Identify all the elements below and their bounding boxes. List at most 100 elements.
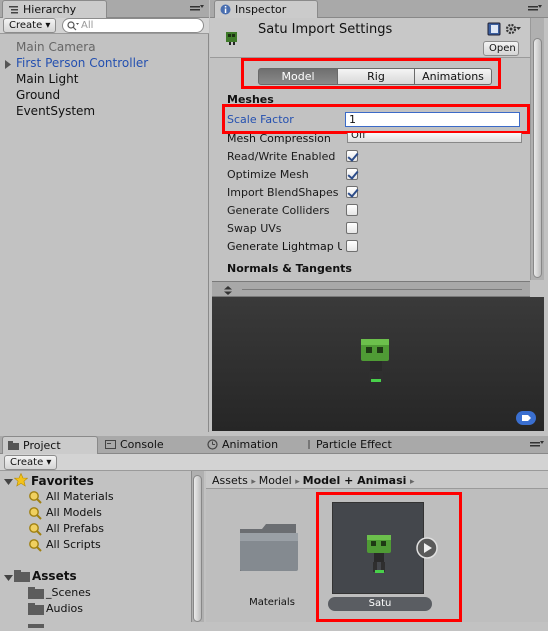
- inspector-tab-label: Inspector: [235, 3, 287, 16]
- project-tree-scrollbar[interactable]: [192, 471, 204, 622]
- grid-item-label-materials: Materials: [249, 597, 295, 608]
- inspector-menu-icon[interactable]: [528, 4, 542, 17]
- favorites-arrow-icon[interactable]: [4, 476, 13, 489]
- hierarchy-tab-label: Hierarchy: [23, 3, 77, 16]
- info-icon: [220, 4, 231, 15]
- model-preview[interactable]: [212, 297, 544, 431]
- project-tree-scrollbar-thumb[interactable]: [193, 475, 202, 622]
- folder-icon: [14, 569, 30, 585]
- tab-console[interactable]: Console: [100, 436, 200, 454]
- gear-icon[interactable]: [505, 22, 521, 39]
- hierarchy-item-main-camera[interactable]: Main Camera: [16, 40, 96, 54]
- tab-animation-label: Animation: [222, 438, 279, 451]
- generate-colliders-checkbox[interactable]: [346, 204, 358, 216]
- hierarchy-tabstrip: Hierarchy: [0, 0, 209, 18]
- search-filter-icon: [28, 522, 42, 539]
- hierarchy-create-button[interactable]: Create ▾: [3, 18, 57, 33]
- particle-icon: [306, 439, 317, 450]
- star-icon: [13, 472, 29, 490]
- inspector-header: Satu Import Settings Open: [210, 18, 530, 58]
- option-label-optimize-mesh: Optimize Mesh: [227, 168, 309, 181]
- search-filter-icon: [28, 506, 42, 523]
- inspector-tabstrip: Inspector: [210, 0, 548, 18]
- assets-arrow-icon[interactable]: [4, 572, 13, 585]
- preview-header: [212, 281, 530, 297]
- hierarchy-item-eventsystem[interactable]: EventSystem: [16, 104, 95, 118]
- breadcrumb-separator-icon: ▸: [409, 477, 415, 487]
- optimize-mesh-checkbox[interactable]: [346, 168, 358, 180]
- option-label-generate-colliders: Generate Colliders: [227, 204, 330, 217]
- read-write-checkbox[interactable]: [346, 150, 358, 162]
- project-create-button[interactable]: Create ▾: [4, 455, 58, 470]
- highlight-satu-box: [316, 492, 462, 622]
- section-normals-tangents: Normals & Tangents: [227, 262, 352, 275]
- tab-inspector[interactable]: Inspector: [214, 0, 318, 18]
- swap-uvs-checkbox[interactable]: [346, 222, 358, 234]
- search-filter-icon: [28, 538, 42, 555]
- generate-lightmap-checkbox[interactable]: [346, 240, 358, 252]
- tab-particle-effect-label: Particle Effect: [316, 438, 392, 451]
- breadcrumb: Assets ▸ Model ▸ Model + Animasi ▸: [206, 471, 548, 489]
- expand-arrow-icon[interactable]: [4, 59, 12, 72]
- tab-project-label: Project: [23, 439, 61, 452]
- project-tree: Favorites All Materials All Models All P…: [0, 471, 204, 628]
- mesh-compression-value: Off: [351, 133, 366, 141]
- asset-label-badge-icon[interactable]: [516, 411, 536, 428]
- favorite-all-prefabs[interactable]: All Prefabs: [46, 522, 104, 535]
- folder-icon: [28, 618, 44, 631]
- inspector-scrollbar-thumb[interactable]: [533, 38, 542, 278]
- hierarchy-toolbar: Create ▾ All: [0, 18, 209, 34]
- mesh-compression-dropdown[interactable]: Off: [347, 133, 522, 143]
- tab-particle-effect[interactable]: Particle Effect: [304, 436, 414, 454]
- large-folder-icon: [238, 521, 302, 576]
- inspector-panel: Inspector Satu Import Settings Open Mode…: [210, 0, 548, 432]
- option-label-import-blendshapes: Import BlendShapes: [227, 186, 339, 199]
- project-menu-icon[interactable]: [530, 440, 544, 453]
- breadcrumb-separator-icon: ▸: [251, 477, 259, 487]
- model-preview-character: [358, 337, 394, 390]
- project-grid: Assets ▸ Model ▸ Model + Animasi ▸ Mater…: [206, 471, 548, 622]
- breadcrumb-model-animasi[interactable]: Model + Animasi: [303, 474, 407, 487]
- hierarchy-panel: Hierarchy Create ▾ All Main Camera First…: [0, 0, 209, 432]
- option-label-generate-lightmap: Generate Lightmap UVs: [227, 240, 342, 253]
- tab-hierarchy[interactable]: Hierarchy: [2, 0, 107, 18]
- project-toolbar: Create ▾: [0, 454, 548, 471]
- favorite-all-models[interactable]: All Models: [46, 506, 102, 519]
- breadcrumb-assets[interactable]: Assets: [212, 474, 248, 487]
- option-label-read-write: Read/Write Enabled: [227, 150, 336, 163]
- book-icon[interactable]: [487, 22, 501, 39]
- model-icon: [224, 30, 240, 49]
- favorite-all-materials[interactable]: All Materials: [46, 490, 114, 503]
- hierarchy-item-first-person-controller[interactable]: First Person Controller: [16, 56, 148, 70]
- grid-item-materials[interactable]: Materials: [228, 511, 316, 615]
- assets-label[interactable]: Assets: [32, 569, 77, 583]
- import-blendshapes-checkbox[interactable]: [346, 186, 358, 198]
- tab-project[interactable]: Project: [2, 436, 98, 454]
- favorite-all-scripts[interactable]: All Scripts: [46, 538, 101, 551]
- open-button[interactable]: Open: [483, 41, 519, 56]
- inspector-scrollbar[interactable]: [530, 18, 544, 280]
- folder-icon: [28, 602, 44, 618]
- folder-icon: [28, 586, 44, 602]
- breadcrumb-model[interactable]: Model: [259, 474, 292, 487]
- tab-console-label: Console: [120, 438, 164, 451]
- hierarchy-menu-icon[interactable]: [190, 4, 204, 14]
- highlight-scale-factor-box: [222, 104, 530, 134]
- search-placeholder: All: [81, 20, 94, 31]
- clock-icon: [207, 439, 218, 450]
- favorites-label[interactable]: Favorites: [31, 474, 94, 488]
- search-filter-icon: [28, 490, 42, 507]
- preview-divider: [242, 289, 522, 290]
- tab-animation[interactable]: Animation: [202, 436, 302, 454]
- bottom-tabstrip: Project Console Animation Particle Effec…: [0, 436, 548, 454]
- asset-folder-audios[interactable]: Audios: [46, 602, 83, 615]
- asset-folder-scenes[interactable]: _Scenes: [46, 586, 91, 599]
- highlight-tabs-box: [241, 58, 501, 89]
- search-icon: [67, 21, 79, 32]
- hierarchy-search-input[interactable]: All: [62, 18, 204, 33]
- option-label-generate-lightmap-wrap: Generate Lightmap UVs: [227, 240, 342, 253]
- hierarchy-item-ground[interactable]: Ground: [16, 88, 60, 102]
- inspector-title: Satu Import Settings: [258, 22, 393, 37]
- option-label-swap-uvs: Swap UVs: [227, 222, 282, 235]
- hierarchy-item-main-light[interactable]: Main Light: [16, 72, 78, 86]
